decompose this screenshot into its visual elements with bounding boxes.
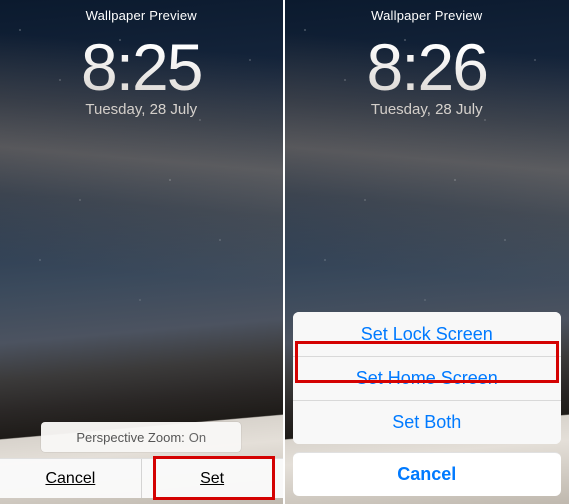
bottom-toolbar: Cancel Set (0, 458, 283, 498)
set-home-screen-button[interactable]: Set Home Screen (293, 356, 562, 400)
clock-time: 8:26 (285, 29, 569, 105)
perspective-zoom-value: On (189, 430, 206, 445)
set-both-button[interactable]: Set Both (293, 400, 562, 444)
page-title: Wallpaper Preview (0, 0, 283, 23)
clock-time: 8:25 (0, 29, 283, 105)
clock-date: Tuesday, 28 July (285, 101, 569, 118)
cancel-button[interactable]: Cancel (0, 459, 141, 498)
wallpaper-preview-left: Wallpaper Preview 8:25 Tuesday, 28 July … (0, 0, 285, 504)
page-title: Wallpaper Preview (285, 0, 569, 23)
set-button[interactable]: Set (142, 459, 283, 498)
cancel-button[interactable]: Cancel (293, 452, 562, 496)
action-sheet-group: Set Lock Screen Set Home Screen Set Both (293, 312, 562, 444)
clock-date: Tuesday, 28 July (0, 101, 283, 118)
perspective-zoom-toggle[interactable]: Perspective Zoom: On (41, 422, 241, 452)
wallpaper-preview-right: Wallpaper Preview 8:26 Tuesday, 28 July … (285, 0, 569, 504)
action-sheet: Set Lock Screen Set Home Screen Set Both… (293, 312, 562, 496)
perspective-zoom-label: Perspective Zoom: (76, 430, 184, 445)
set-lock-screen-button[interactable]: Set Lock Screen (293, 312, 562, 356)
